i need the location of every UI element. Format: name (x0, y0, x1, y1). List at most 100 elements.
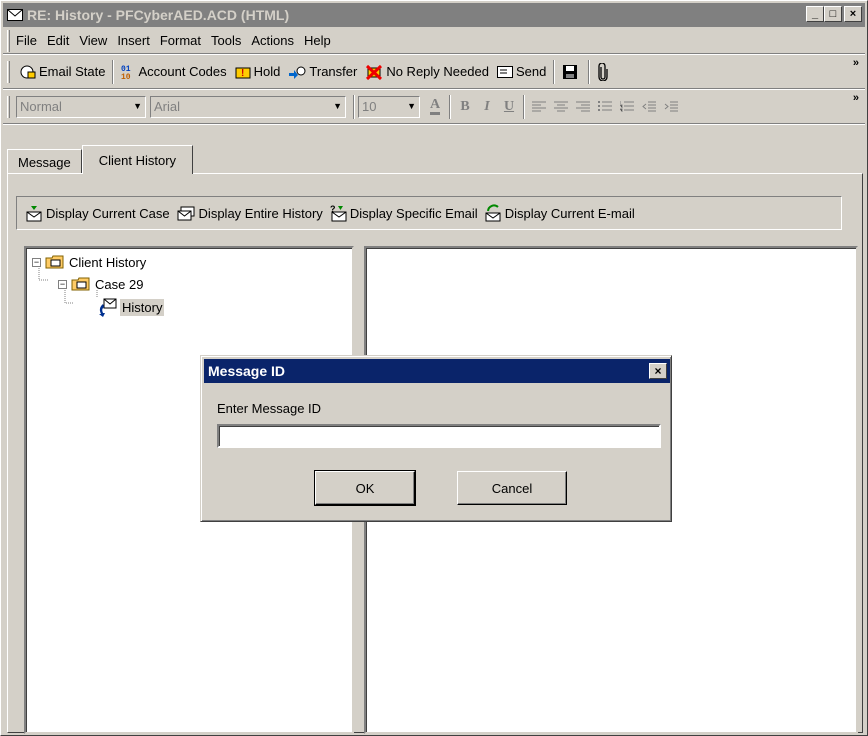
format-toolbar: Normal ▼ Arial ▼ 10 ▼ A B I U » (3, 90, 865, 124)
menu-actions[interactable]: Actions (251, 33, 294, 48)
transfer-button[interactable]: Transfer (284, 59, 361, 85)
display-entire-history-button[interactable]: Display Entire History (176, 200, 329, 226)
toolbar-separator (449, 94, 451, 119)
dialog-title-bar[interactable]: Message ID × (204, 359, 670, 383)
window-title: RE: History - PFCyberAED.ACD (HTML) (27, 7, 290, 23)
close-button[interactable]: × (844, 6, 862, 22)
bullets-button[interactable] (594, 96, 616, 118)
size-combo[interactable]: 10 ▼ (358, 95, 420, 118)
align-right-button[interactable] (572, 96, 594, 118)
tab-message[interactable]: Message (7, 149, 82, 174)
dialog-close-button[interactable]: × (649, 363, 667, 379)
current-email-label: Display Current E-mail (504, 205, 635, 221)
hold-icon: ! (235, 67, 251, 79)
menu-format[interactable]: Format (160, 33, 201, 48)
entire-history-label: Display Entire History (198, 205, 323, 221)
account-codes-button[interactable]: 01 10 Account Codes (117, 59, 230, 85)
transfer-icon (289, 66, 306, 79)
menu-file[interactable]: File (16, 33, 37, 48)
svg-text:10: 10 (121, 73, 131, 80)
title-bar[interactable]: RE: History - PFCyberAED.ACD (HTML) _ □ … (3, 3, 865, 27)
current-case-icon (26, 206, 42, 222)
reply-email-icon (99, 298, 117, 317)
menu-edit[interactable]: Edit (47, 33, 69, 48)
format-overflow-button[interactable]: » (853, 93, 859, 104)
tree-node-history[interactable]: History (96, 296, 165, 318)
svg-text:!: ! (241, 68, 244, 79)
tree-label-client-history: Client History (69, 254, 147, 270)
style-value: Normal (20, 99, 62, 114)
align-center-button[interactable] (550, 96, 572, 118)
tree-node-case[interactable]: − Case 29 (58, 276, 143, 292)
increase-indent-icon (664, 101, 678, 111)
underline-button[interactable]: U (498, 96, 520, 118)
email-state-icon (20, 65, 36, 78)
send-label: Send (515, 64, 547, 79)
hold-label: Hold (253, 64, 281, 79)
decrease-indent-button[interactable] (638, 96, 660, 118)
no-reply-label: No Reply Needed (386, 64, 489, 79)
hold-button[interactable]: ! Hold (231, 59, 285, 85)
align-left-button[interactable] (528, 96, 550, 118)
numbering-icon (620, 100, 634, 112)
bold-button[interactable]: B (454, 96, 476, 118)
decrease-indent-icon (642, 101, 656, 111)
tree-node-client-history[interactable]: − Client History (32, 254, 146, 270)
dialog-title: Message ID (208, 363, 286, 379)
tab-client-history[interactable]: Client History (81, 145, 194, 174)
menu-help[interactable]: Help (304, 33, 331, 48)
font-color-button[interactable]: A (424, 96, 446, 118)
folder-icon (71, 277, 90, 291)
current-email-icon (485, 204, 501, 222)
toolbar-separator (588, 59, 591, 84)
align-center-icon (554, 101, 568, 111)
display-current-email-button[interactable]: Display Current E-mail (484, 200, 641, 226)
menu-bar: File Edit View Insert Format Tools Actio… (3, 28, 865, 54)
collapse-icon[interactable]: − (58, 279, 67, 289)
toolbar-grip[interactable] (7, 60, 10, 83)
minimize-button[interactable]: _ (806, 6, 824, 22)
specific-email-label: Display Specific Email (349, 205, 478, 221)
email-state-button[interactable]: Email State (16, 59, 109, 85)
toolbar-separator (523, 94, 525, 119)
menu-view[interactable]: View (79, 33, 107, 48)
cancel-button[interactable]: Cancel (457, 471, 567, 505)
style-combo[interactable]: Normal ▼ (16, 95, 146, 118)
history-toolbar: Display Current Case Display Entire Hist… (16, 196, 842, 230)
envelope-icon (7, 9, 23, 21)
format-grip[interactable] (7, 95, 10, 118)
size-value: 10 (362, 99, 377, 114)
message-id-input[interactable] (217, 424, 661, 448)
toolbar-separator (553, 59, 556, 84)
send-button[interactable]: Send (493, 59, 550, 85)
specific-email-icon: ? (330, 204, 347, 222)
chevron-down-icon: ▼ (407, 100, 416, 111)
italic-button[interactable]: I (476, 96, 498, 118)
font-combo[interactable]: Arial ▼ (150, 95, 346, 118)
chevron-down-icon: ▼ (133, 100, 142, 111)
menu-insert[interactable]: Insert (117, 33, 150, 48)
menu-grip[interactable] (7, 29, 10, 52)
italic-icon: I (484, 98, 490, 114)
email-state-label: Email State (39, 64, 106, 79)
font-value: Arial (154, 99, 181, 114)
current-case-label: Display Current Case (46, 205, 170, 221)
ok-button[interactable]: OK (314, 470, 416, 506)
increase-indent-button[interactable] (660, 96, 682, 118)
toolbar-separator (112, 59, 115, 84)
menu-tools[interactable]: Tools (211, 33, 241, 48)
display-specific-email-button[interactable]: ? Display Specific Email (329, 200, 484, 226)
font-color-icon: A (429, 98, 441, 115)
account-codes-icon: 0110 (121, 65, 131, 80)
numbering-button[interactable] (616, 96, 638, 118)
collapse-icon[interactable]: − (32, 257, 41, 267)
align-left-icon (532, 101, 546, 111)
message-id-dialog: Message ID × Enter Message ID OK Cancel (200, 355, 672, 522)
no-reply-button[interactable]: No Reply Needed (361, 59, 493, 85)
attach-button[interactable] (593, 59, 616, 85)
display-current-case-button[interactable]: Display Current Case (25, 200, 176, 226)
maximize-button[interactable]: □ (824, 6, 842, 22)
entire-history-icon (177, 206, 195, 221)
toolbar-overflow-button[interactable]: » (853, 58, 859, 69)
save-button[interactable] (558, 59, 585, 85)
